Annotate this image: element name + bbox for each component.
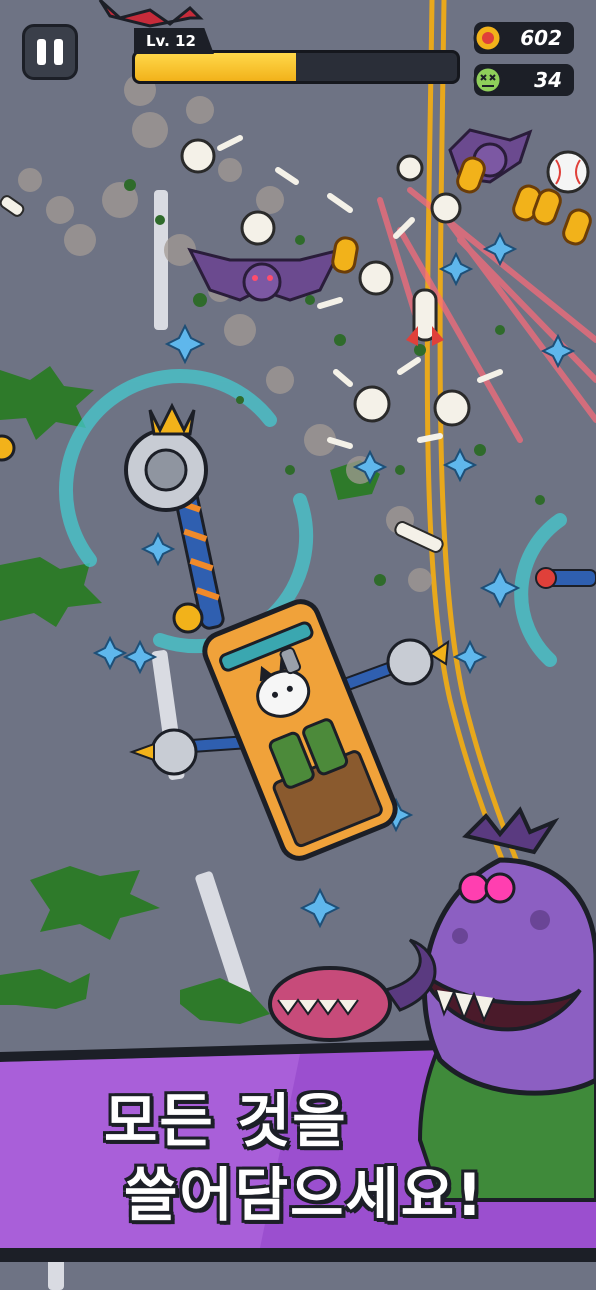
pause-icon <box>37 39 46 65</box>
coin-counter: 602 <box>473 22 574 54</box>
xp-bar: Lv. 12 <box>132 28 462 86</box>
kill-count: 34 <box>534 68 562 92</box>
pause-button[interactable] <box>22 24 78 80</box>
baseball-projectile <box>546 150 590 194</box>
promo-headline-line1: 모든 것을 <box>104 1087 348 1155</box>
coin-pickup <box>0 434 16 462</box>
mace-weapon <box>535 567 596 589</box>
promo-headline-line2: 쓸어담으세요! <box>124 1161 485 1229</box>
pause-icon-bar <box>54 39 63 65</box>
xp-track <box>132 50 460 84</box>
zombie-head-icon <box>473 65 503 95</box>
level-label: Lv. 12 <box>134 28 214 54</box>
game-screen: Lv. 12 602 34 모든 것을 쓸어담으세요! <box>0 0 596 1290</box>
coin-count: 602 <box>520 26 562 50</box>
coin-icon <box>473 23 503 53</box>
xp-fill <box>135 53 296 81</box>
kill-counter: 34 <box>473 64 574 96</box>
